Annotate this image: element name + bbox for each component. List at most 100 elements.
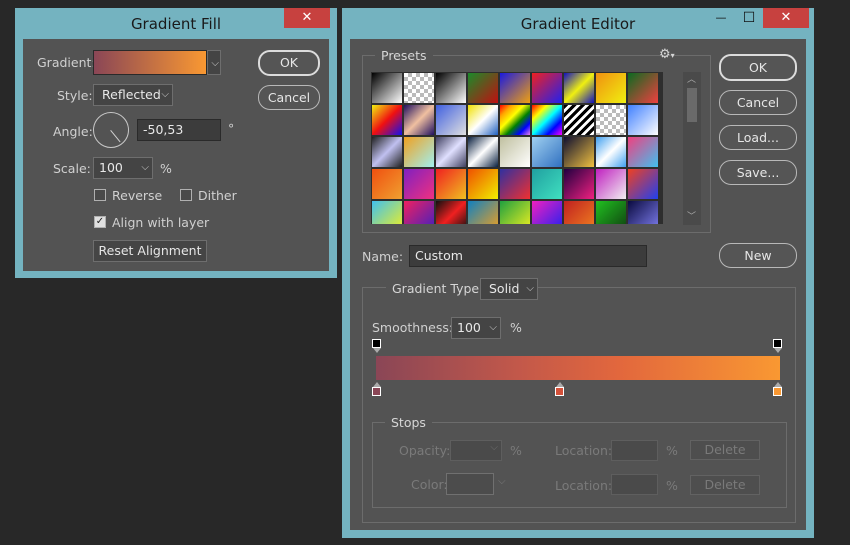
preset-swatch[interactable] — [372, 169, 402, 199]
preset-grid — [371, 72, 663, 224]
preset-swatch[interactable] — [468, 105, 498, 135]
preset-swatch[interactable] — [564, 137, 594, 167]
preset-swatch[interactable] — [532, 169, 562, 199]
reverse-checkbox[interactable] — [94, 189, 106, 201]
preset-swatch[interactable] — [372, 73, 402, 103]
preset-swatch[interactable] — [564, 105, 594, 135]
preset-swatch[interactable] — [532, 105, 562, 135]
name-label: Name: — [362, 249, 404, 264]
reset-alignment-button[interactable]: Reset Alignment — [93, 240, 207, 262]
scroll-down-icon[interactable]: ﹀ — [687, 209, 696, 222]
color-stop-middle[interactable] — [555, 382, 564, 396]
opacity-stop-pointer — [372, 348, 381, 353]
style-select[interactable]: Reflected ⌵ — [93, 84, 173, 106]
ok-button[interactable]: OK — [719, 54, 797, 81]
preset-swatch[interactable] — [532, 137, 562, 167]
preset-swatch[interactable] — [596, 137, 626, 167]
preset-swatch[interactable] — [404, 201, 434, 224]
opacity-stop-swatch — [773, 339, 782, 348]
preset-swatch[interactable] — [468, 73, 498, 103]
smoothness-percent: % — [510, 320, 522, 335]
stops-label: Stops — [385, 415, 432, 430]
smoothness-select[interactable]: 100 ⌵ — [451, 317, 501, 339]
preset-swatch[interactable] — [404, 137, 434, 167]
preset-swatch[interactable] — [628, 137, 658, 167]
align-with-layer-checkbox[interactable]: ✓ — [94, 216, 106, 228]
preset-swatch[interactable] — [628, 169, 658, 199]
preset-swatch[interactable] — [404, 73, 434, 103]
close-button[interactable]: ✕ — [284, 8, 330, 28]
preset-swatch[interactable] — [468, 201, 498, 224]
load-button[interactable]: Load... — [719, 125, 797, 150]
preset-swatch[interactable] — [532, 73, 562, 103]
preset-swatch[interactable] — [564, 169, 594, 199]
new-button[interactable]: New — [719, 243, 797, 268]
stops-group — [372, 422, 787, 508]
preset-swatch[interactable] — [468, 169, 498, 199]
preset-swatch[interactable] — [564, 73, 594, 103]
opacity-stop-left[interactable] — [372, 339, 381, 353]
preset-swatch[interactable] — [532, 201, 562, 224]
scroll-up-icon[interactable]: ︿ — [687, 72, 696, 85]
preset-swatch[interactable] — [596, 201, 626, 224]
preset-swatch[interactable] — [500, 137, 530, 167]
gradient-fill-titlebar[interactable]: Gradient Fill ✕ — [15, 8, 337, 38]
preset-swatch[interactable] — [596, 105, 626, 135]
dither-checkbox[interactable] — [180, 189, 192, 201]
preset-swatch[interactable] — [372, 137, 402, 167]
preset-swatch[interactable] — [628, 73, 658, 103]
gradient-label: Gradient: — [37, 55, 96, 70]
gradient-dropdown-button[interactable]: ⌵ — [207, 50, 221, 75]
preset-swatch[interactable] — [628, 105, 658, 135]
angle-dial[interactable] — [93, 112, 129, 148]
gradient-type-select[interactable]: Solid ⌵ — [480, 278, 538, 300]
opacity-stop-swatch — [372, 339, 381, 348]
preset-swatch[interactable] — [468, 137, 498, 167]
preset-swatch[interactable] — [436, 105, 466, 135]
preset-swatch[interactable] — [596, 169, 626, 199]
cancel-button[interactable]: Cancel — [719, 90, 797, 115]
preset-swatch[interactable] — [596, 73, 626, 103]
opacity-stop-right[interactable] — [773, 339, 782, 353]
preset-swatch[interactable] — [628, 201, 658, 224]
gradient-bar[interactable] — [376, 356, 780, 380]
preset-swatch[interactable] — [404, 105, 434, 135]
angle-input[interactable]: -50,53 — [137, 119, 221, 141]
angle-label: Angle: — [53, 124, 93, 139]
preset-swatch[interactable] — [436, 169, 466, 199]
preset-swatch[interactable] — [500, 73, 530, 103]
preset-swatch[interactable] — [372, 201, 402, 224]
close-button[interactable]: ✕ — [763, 8, 809, 28]
save-button[interactable]: Save... — [719, 160, 797, 185]
scroll-thumb[interactable] — [687, 88, 697, 122]
preset-swatch[interactable] — [436, 201, 466, 224]
preset-swatch[interactable] — [500, 169, 530, 199]
color-swatch-disabled — [446, 473, 494, 495]
preset-swatch[interactable] — [436, 137, 466, 167]
preset-swatch[interactable] — [404, 169, 434, 199]
name-input[interactable]: Custom — [409, 245, 647, 267]
preset-swatch[interactable] — [372, 105, 402, 135]
opacity-percent: % — [510, 443, 522, 458]
presets-gear-icon[interactable]: ⚙▾ — [659, 47, 675, 62]
color-stop-right[interactable] — [773, 382, 782, 396]
minimize-button[interactable]: — — [708, 8, 734, 28]
preset-scrollbar[interactable]: ︿ ﹀ — [683, 72, 701, 225]
color-stop-left[interactable] — [372, 382, 381, 396]
ok-button[interactable]: OK — [258, 50, 320, 76]
align-with-layer-label: Align with layer — [112, 215, 210, 230]
chevron-down-icon: ▾ — [670, 51, 675, 60]
preset-swatch[interactable] — [436, 73, 466, 103]
opacity-location-input — [611, 440, 658, 461]
cancel-button[interactable]: Cancel — [258, 85, 320, 110]
gradient-editor-titlebar[interactable]: Gradient Editor — ☐ ✕ — [342, 8, 814, 38]
chevron-down-icon: ⌵ — [526, 283, 534, 294]
chevron-down-icon: ⌵ — [141, 162, 149, 173]
gradient-preview[interactable] — [93, 50, 207, 75]
preset-swatch[interactable] — [500, 105, 530, 135]
preset-swatch[interactable] — [564, 201, 594, 224]
gradient-type-value: Solid — [489, 281, 520, 296]
maximize-button[interactable]: ☐ — [736, 8, 762, 28]
preset-swatch[interactable] — [500, 201, 530, 224]
scale-select[interactable]: 100 ⌵ — [93, 157, 153, 179]
